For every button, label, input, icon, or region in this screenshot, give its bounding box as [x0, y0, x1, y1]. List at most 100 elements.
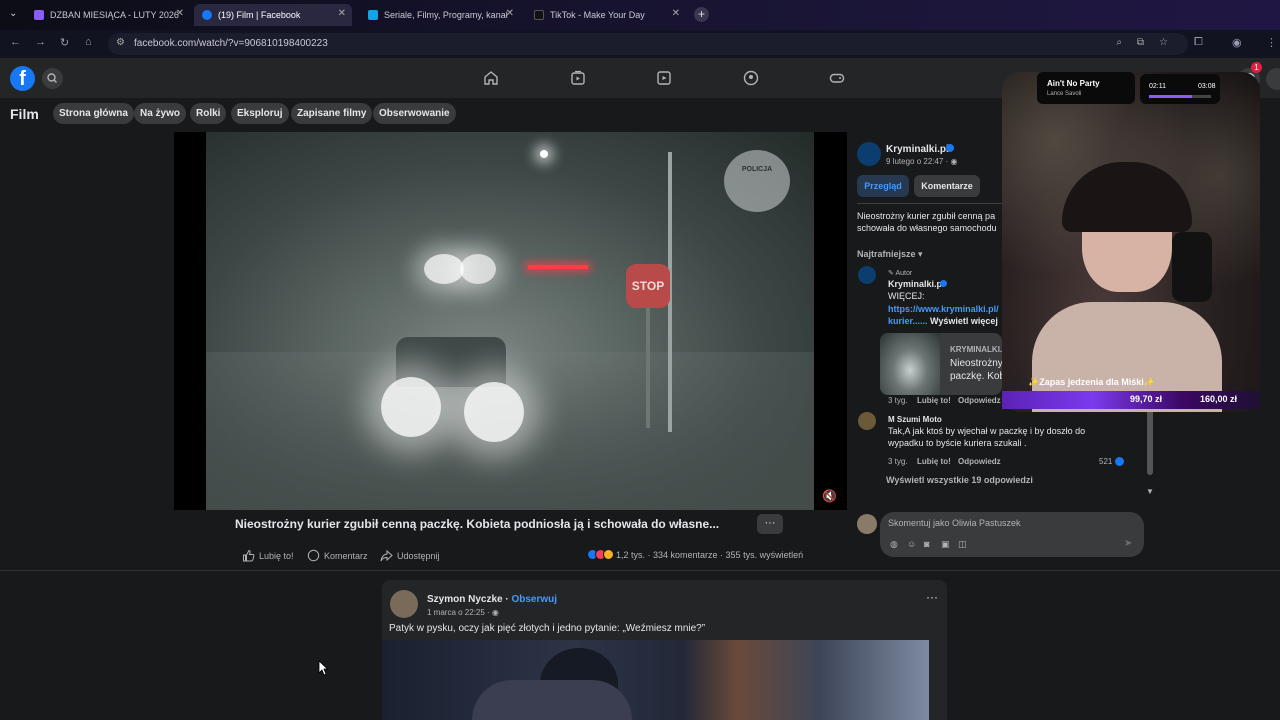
scroll-down-arrow-icon[interactable]: ▼ [1146, 487, 1154, 496]
close-tab-icon[interactable]: ✕ [672, 8, 680, 19]
chevron-down-icon: ▾ [918, 249, 923, 259]
watch-nav-icon[interactable] [570, 70, 586, 86]
menu-following-pill[interactable]: Obserwowanie [373, 103, 456, 124]
back-icon[interactable]: ← [10, 36, 21, 48]
comment-avatar[interactable] [858, 266, 876, 284]
install-icon[interactable]: ⧉ [1137, 37, 1144, 48]
comment-author[interactable]: M Szumi Moto [888, 415, 942, 424]
post-date-text: 1 marca o 22:25 · [427, 608, 492, 617]
author-badge: ✎ Autor [888, 269, 912, 277]
description-line-2: schowała do własnego samochodu [857, 223, 997, 233]
divider [857, 203, 1002, 204]
post-author[interactable]: Szymon Nyczke [427, 594, 503, 605]
comment-reply-button[interactable]: Odpowiedz [958, 457, 1001, 466]
globe-icon: ◉ [491, 608, 499, 617]
emoji-icon[interactable]: ☺ [907, 539, 916, 549]
share-arrow-icon [380, 549, 393, 562]
bookmark-star-icon[interactable]: ☆ [1159, 37, 1168, 48]
video-stats[interactable]: 1,2 tys. · 334 komentarze · 355 tys. wyś… [587, 549, 803, 560]
comment-input[interactable]: Skomentuj jako Oliwia Pastuszek ◍ ☺ ◙ ▣ … [880, 512, 1144, 557]
comment-label: Komentarz [324, 550, 368, 561]
song-progress-widget: 02:11 03:08 [1140, 74, 1220, 104]
browser-tab-bar: ⌄ DZBAN MIESIĄCA - LUTY 2026 ✕ (19) Film… [0, 0, 1280, 30]
page-avatar[interactable] [857, 142, 881, 166]
link-preview-card[interactable]: KRYMINALKI. Nieostrożny paczkę. Kobi [880, 333, 1002, 395]
new-tab-button[interactable]: + [694, 7, 709, 22]
comments-scrollbar[interactable] [1147, 405, 1153, 475]
see-more-link[interactable]: Wyświetl więcej [930, 316, 998, 326]
comment-time: 3 tyg. [888, 457, 908, 466]
user-avatar[interactable] [857, 514, 877, 534]
comment-button[interactable]: Komentarz [307, 549, 368, 562]
video-player[interactable]: STOP POLICJA 🔇 [174, 132, 847, 510]
street-light-shape [540, 150, 548, 158]
menu-live-pill[interactable]: Na żywo [134, 103, 187, 124]
share-button[interactable]: Udostępnij [380, 549, 440, 562]
camera-icon[interactable]: ◙ [924, 539, 929, 549]
send-icon[interactable]: ➤ [1124, 538, 1132, 549]
tab-comments[interactable]: Komentarze [914, 175, 980, 197]
sort-dropdown[interactable]: Najtrafniejsze ▾ [857, 249, 923, 260]
comment-link[interactable]: https://www.kryminalki.pl/ [888, 304, 999, 314]
comment-link-tail[interactable]: kurier...... [888, 316, 928, 326]
gaming-nav-icon[interactable] [829, 70, 845, 86]
follow-button[interactable]: Obserwuj [511, 594, 557, 605]
profile-icon[interactable]: ◉ [1232, 36, 1242, 49]
facebook-logo-icon[interactable]: f [10, 66, 35, 91]
gif-icon[interactable]: ▣ [941, 539, 950, 550]
song-title: Ain't No Party [1047, 79, 1100, 88]
post-author-avatar[interactable] [390, 590, 418, 618]
comment-text-line-2: wypadku to byście kuriera szukali . [888, 438, 1027, 448]
close-tab-icon[interactable]: ✕ [338, 8, 346, 19]
comment-like-button[interactable]: Lubię to! [917, 396, 951, 405]
comment-like-button[interactable]: Lubię to! [917, 457, 951, 466]
post-author-line: Szymon Nyczke · Obserwuj [427, 594, 558, 605]
video-frame: STOP POLICJA [206, 132, 814, 510]
marketplace-nav-icon[interactable] [656, 70, 672, 86]
menu-explore-pill[interactable]: Eksploruj [231, 103, 289, 124]
home-nav-icon[interactable] [483, 70, 499, 86]
volume-muted-icon[interactable]: 🔇 [822, 489, 837, 503]
extensions-icon[interactable]: ⧠ [1194, 36, 1203, 49]
page-name[interactable]: Kryminalki.pl [886, 144, 949, 155]
tab-facebook-film[interactable]: (19) Film | Facebook ✕ [194, 4, 352, 26]
menu-saved-videos-pill[interactable]: Zapisane filmy [291, 103, 373, 124]
distant-headlight-shape [460, 254, 496, 284]
tab-dzban[interactable]: DZBAN MIESIĄCA - LUTY 2026 ✕ [26, 4, 190, 26]
home-icon[interactable]: ⌂ [85, 36, 92, 48]
menu-home-pill[interactable]: Strona główna [53, 103, 134, 124]
site-info-icon[interactable]: ⚙ [116, 37, 125, 48]
microphone-shape [1172, 232, 1212, 302]
zoom-icon[interactable]: ⌕ [1116, 37, 1122, 48]
view-all-replies-link[interactable]: Wyświetl wszystkie 19 odpowiedzi [886, 475, 1033, 485]
menu-reels-pill[interactable]: Rolki [190, 103, 227, 124]
menu-icon[interactable]: ⋮ [1266, 36, 1277, 49]
address-bar[interactable]: ⚙ facebook.com/watch/?v=906810198400223 … [108, 33, 1188, 55]
post-video-thumbnail[interactable] [382, 640, 929, 720]
comment-author[interactable]: Kryminalki.pl [888, 279, 945, 289]
tab-title: (19) Film | Facebook [218, 10, 301, 20]
tab-overview[interactable]: Przegląd [857, 175, 909, 197]
reload-icon[interactable]: ↻ [60, 36, 69, 49]
search-button[interactable] [42, 68, 63, 89]
close-tab-icon[interactable]: ✕ [506, 8, 514, 19]
tab-list-chevron-icon[interactable]: ⌄ [9, 8, 17, 19]
song-artist: Lance Savoli [1047, 91, 1082, 97]
comment-avatar[interactable] [858, 412, 876, 430]
close-tab-icon[interactable]: ✕ [176, 8, 184, 19]
mouse-cursor-icon [318, 660, 328, 676]
webcam-overlay [1002, 72, 1260, 412]
stop-sign-shape: STOP [626, 264, 670, 308]
post-more-button[interactable]: ··· [926, 590, 938, 604]
forward-icon[interactable]: → [35, 36, 46, 48]
video-more-button[interactable]: ··· [757, 514, 783, 534]
groups-nav-icon[interactable] [743, 70, 759, 86]
tab-seriale[interactable]: Seriale, Filmy, Programy, kanał ✕ [360, 4, 520, 26]
comment-reply-button[interactable]: Odpowiedz [958, 396, 1001, 405]
sticker-icon[interactable]: ◫ [958, 539, 967, 550]
avatar-sticker-icon[interactable]: ◍ [890, 539, 898, 550]
link-preview-title-1: Nieostrożny [950, 358, 1002, 369]
song-progress-track [1149, 95, 1211, 98]
like-button[interactable]: Lubię to! [242, 549, 294, 562]
tab-tiktok[interactable]: TikTok - Make Your Day ✕ [526, 4, 686, 26]
